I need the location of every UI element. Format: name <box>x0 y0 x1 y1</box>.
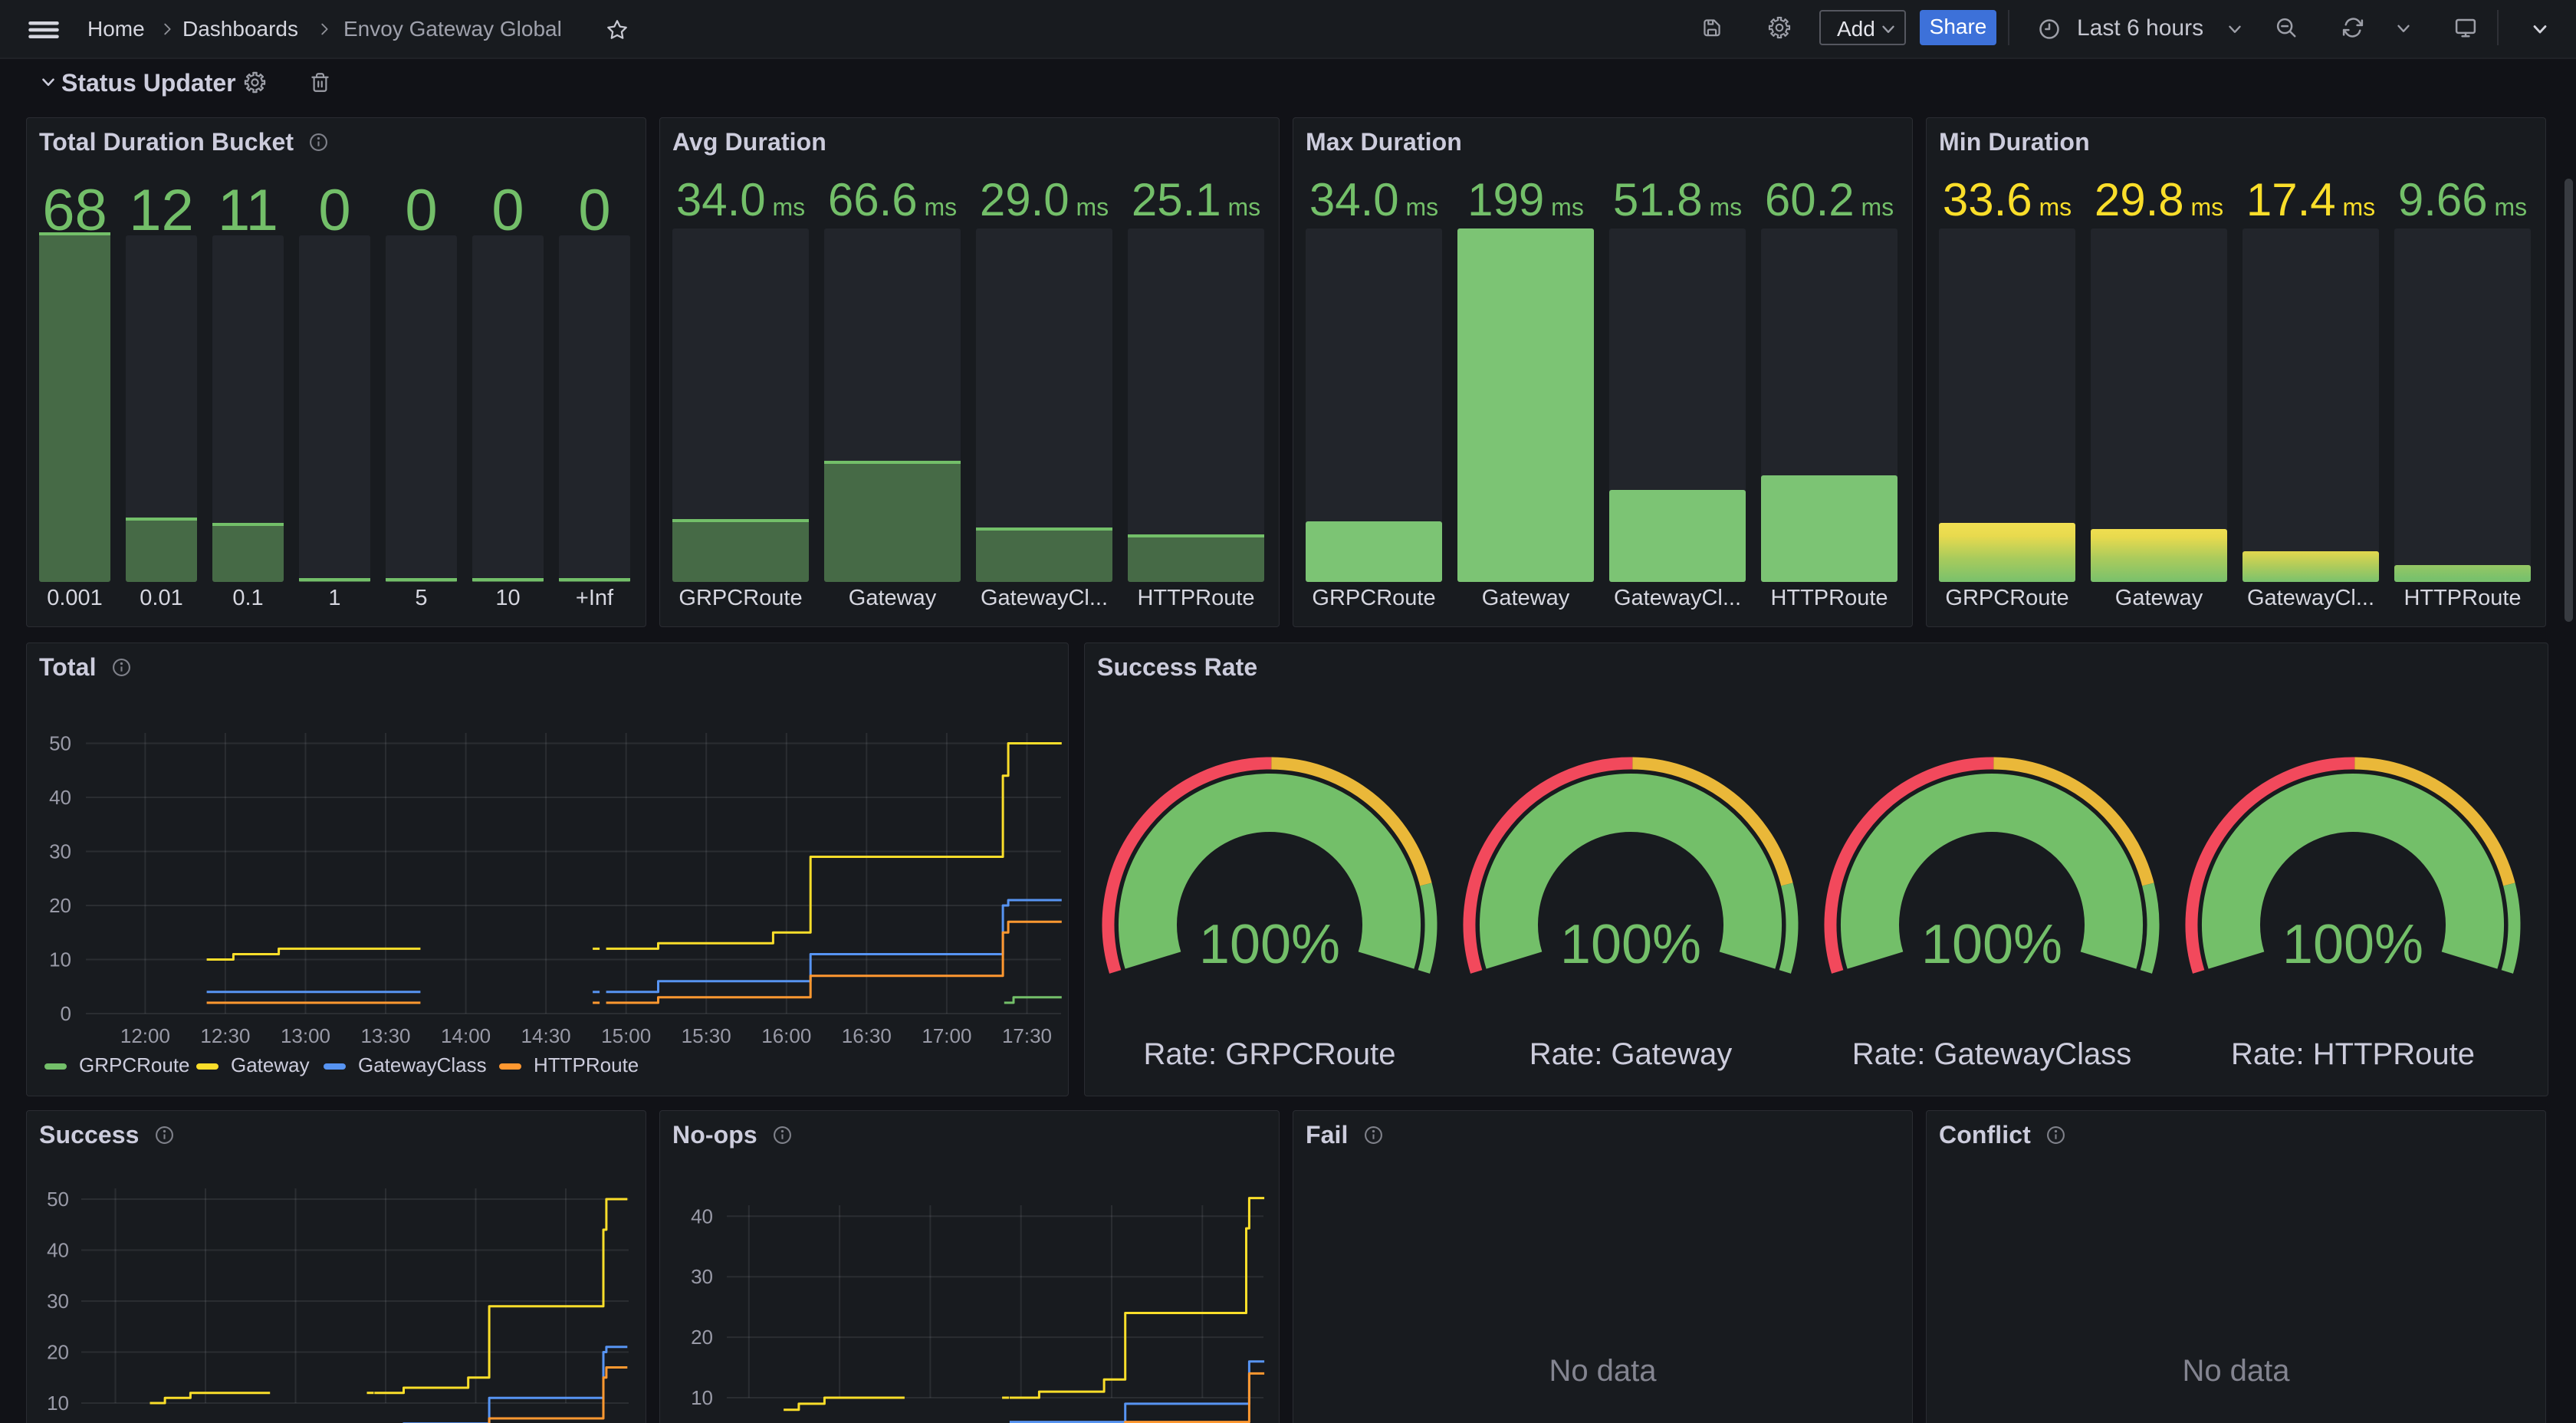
svg-text:100%: 100% <box>1921 914 2062 975</box>
svg-text:16:30: 16:30 <box>842 1024 892 1047</box>
svg-text:13:00: 13:00 <box>281 1024 330 1047</box>
svg-text:100%: 100% <box>1560 914 1701 975</box>
svg-text:17:00: 17:00 <box>922 1024 971 1047</box>
svg-text:Rate: GatewayClass: Rate: GatewayClass <box>1852 1037 2132 1071</box>
svg-text:0: 0 <box>61 1002 71 1025</box>
svg-text:15:30: 15:30 <box>682 1024 731 1047</box>
svg-text:100%: 100% <box>1199 914 1340 975</box>
svg-text:Rate: HTTPRoute: Rate: HTTPRoute <box>2231 1037 2475 1071</box>
svg-text:13:30: 13:30 <box>360 1024 410 1047</box>
svg-text:40: 40 <box>47 1239 69 1262</box>
svg-text:40: 40 <box>691 1204 713 1227</box>
svg-text:14:00: 14:00 <box>441 1024 491 1047</box>
svg-text:30: 30 <box>691 1265 713 1288</box>
svg-text:10: 10 <box>691 1386 713 1409</box>
svg-text:15:00: 15:00 <box>601 1024 651 1047</box>
svg-text:10: 10 <box>47 1392 69 1415</box>
svg-text:20: 20 <box>691 1326 713 1349</box>
svg-text:17:30: 17:30 <box>1002 1024 1052 1047</box>
svg-text:Rate: GRPCRoute: Rate: GRPCRoute <box>1143 1037 1395 1071</box>
svg-text:12:30: 12:30 <box>200 1024 250 1047</box>
svg-text:100%: 100% <box>2282 914 2423 975</box>
svg-text:40: 40 <box>49 786 71 809</box>
svg-text:50: 50 <box>47 1188 69 1211</box>
svg-text:20: 20 <box>49 894 71 917</box>
svg-text:16:00: 16:00 <box>761 1024 811 1047</box>
svg-text:14:30: 14:30 <box>521 1024 571 1047</box>
svg-text:12:00: 12:00 <box>120 1024 170 1047</box>
svg-text:Rate: Gateway: Rate: Gateway <box>1530 1037 1733 1071</box>
svg-text:30: 30 <box>49 840 71 863</box>
svg-text:10: 10 <box>49 948 71 971</box>
svg-text:20: 20 <box>47 1341 69 1364</box>
svg-text:30: 30 <box>47 1290 69 1313</box>
svg-text:50: 50 <box>49 732 71 755</box>
